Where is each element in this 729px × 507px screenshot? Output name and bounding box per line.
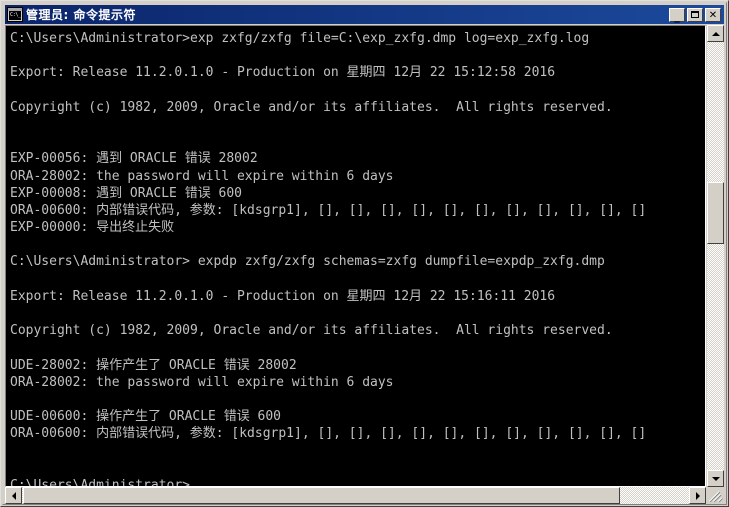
maximize-button[interactable] xyxy=(687,7,703,22)
console-line: ORA-00600: 内部错误代码, 参数: [kdsgrp1], [], []… xyxy=(10,426,647,442)
console-line: UDE-00600: 操作产生了 ORACLE 错误 600 xyxy=(10,409,282,425)
caret-up-icon xyxy=(711,31,720,36)
window-controls: _ ✕ xyxy=(669,7,721,23)
console-line: EXP-00008: 遇到 ORACLE 错误 600 xyxy=(10,185,243,201)
maximize-icon xyxy=(688,9,702,21)
console-line: UDE-28002: 操作产生了 ORACLE 错误 28002 xyxy=(10,357,297,373)
close-icon: ✕ xyxy=(708,9,718,21)
vertical-scroll-track[interactable] xyxy=(707,42,724,470)
cmd-icon-screen-text: C:\_ xyxy=(9,11,21,20)
console-line: C:\Users\Administrator> expdp zxfg/zxfg … xyxy=(10,254,605,270)
console-line: EXP-00000: 导出终止失败 xyxy=(10,220,175,236)
console-line: EXP-00056: 遇到 ORACLE 错误 28002 xyxy=(10,151,258,167)
console-surface[interactable]: C:\Users\Administrator>exp zxfg/zxfg fil… xyxy=(5,25,706,487)
scroll-down-button[interactable] xyxy=(707,470,724,487)
resize-grip[interactable] xyxy=(707,487,724,504)
horizontal-scrollbar[interactable] xyxy=(5,487,706,504)
window-inner-frame: C:\_ 管理员: 命令提示符 _ ✕ C:\Users\Administrat… xyxy=(2,2,727,505)
client-area: C:\Users\Administrator>exp zxfg/zxfg fil… xyxy=(5,25,724,504)
console-line: Copyright (c) 1982, 2009, Oracle and/or … xyxy=(10,99,613,115)
minimize-icon: _ xyxy=(674,9,680,23)
scroll-left-button[interactable] xyxy=(5,487,22,504)
console-text: C:\Users\Administrator>exp zxfg/zxfg fil… xyxy=(10,30,705,486)
caret-right-icon xyxy=(695,491,700,500)
console-window: C:\_ 管理员: 命令提示符 _ ✕ C:\Users\Administrat… xyxy=(0,0,729,507)
minimize-button[interactable]: _ xyxy=(669,7,685,23)
console-line: C:\Users\Administrator> xyxy=(10,477,705,486)
console-line: C:\Users\Administrator>exp zxfg/zxfg fil… xyxy=(10,31,590,46)
scroll-up-button[interactable] xyxy=(707,25,724,42)
scroll-right-button[interactable] xyxy=(689,487,706,504)
caret-down-icon xyxy=(711,476,720,481)
console-line: Copyright (c) 1982, 2009, Oracle and/or … xyxy=(10,323,613,339)
caret-left-icon xyxy=(11,491,16,500)
console-line: ORA-00600: 内部错误代码, 参数: [kdsgrp1], [], []… xyxy=(10,202,647,218)
close-button[interactable]: ✕ xyxy=(705,7,721,22)
console-line: ORA-28002: the password will expire with… xyxy=(10,374,394,390)
console-line: Export: Release 11.2.0.1.0 - Production … xyxy=(10,65,556,81)
vertical-scroll-thumb[interactable] xyxy=(707,182,724,244)
vertical-scrollbar[interactable] xyxy=(707,25,724,487)
horizontal-scroll-thumb[interactable] xyxy=(23,487,620,504)
console-line: ORA-28002: the password will expire with… xyxy=(10,168,394,184)
titlebar[interactable]: C:\_ 管理员: 命令提示符 _ ✕ xyxy=(5,5,724,24)
cmd-icon: C:\_ xyxy=(7,7,23,22)
window-title: 管理员: 命令提示符 xyxy=(26,8,136,22)
console-line: Export: Release 11.2.0.1.0 - Production … xyxy=(10,288,556,304)
resize-grip-line xyxy=(718,497,723,503)
